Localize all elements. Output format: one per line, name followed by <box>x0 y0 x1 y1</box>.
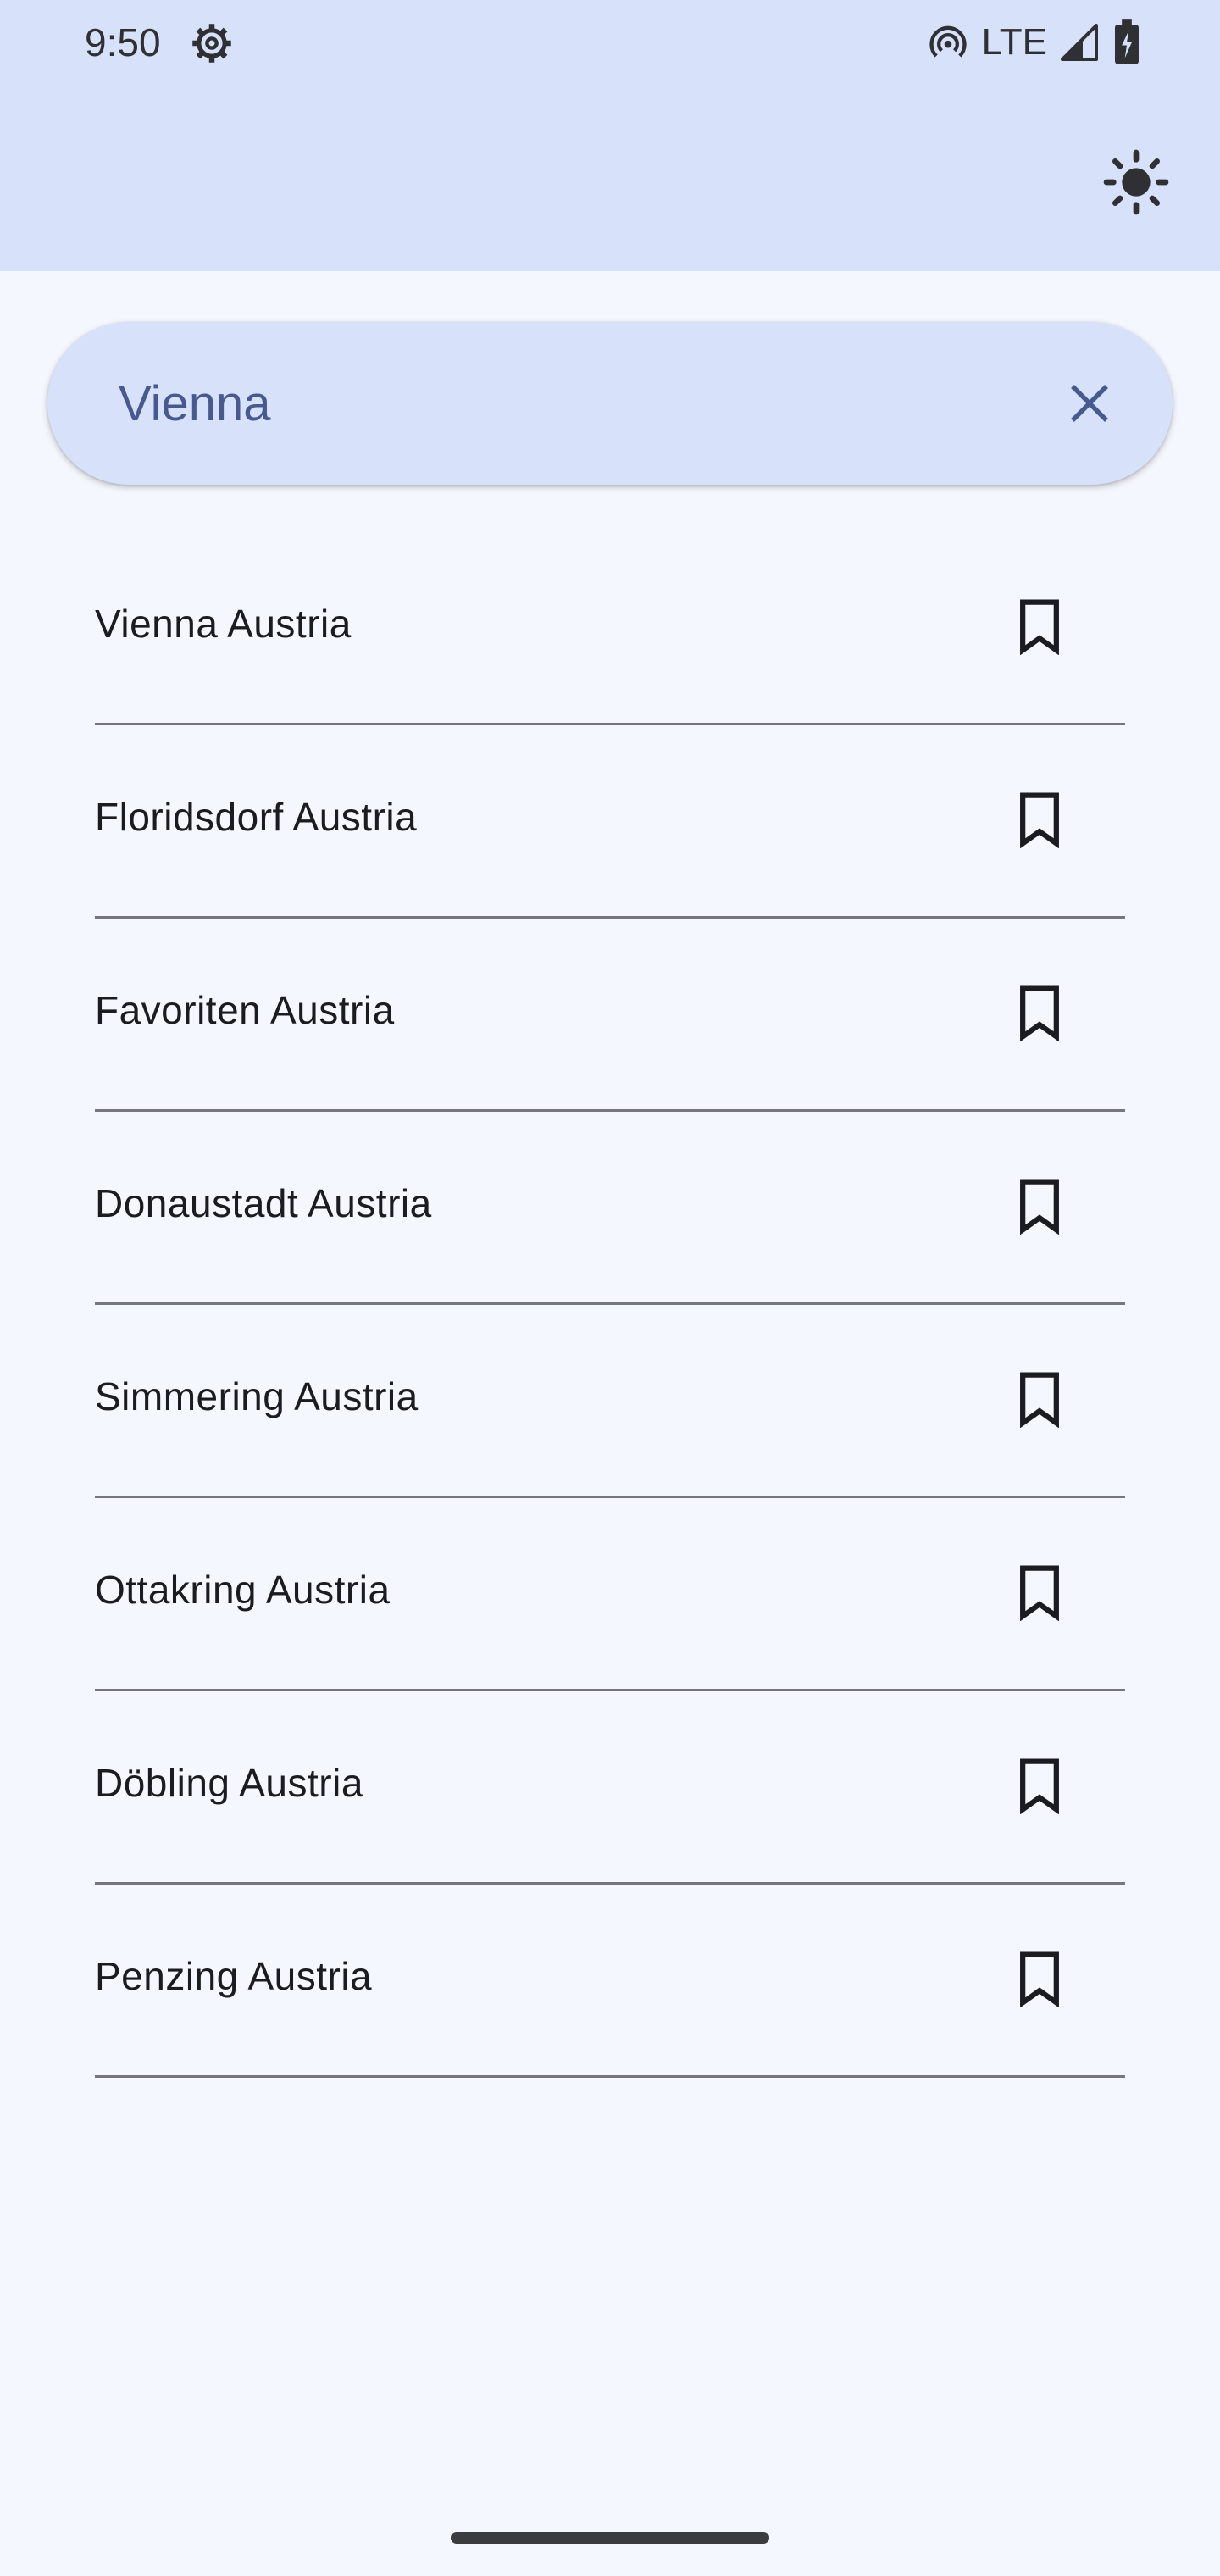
bookmark-button[interactable] <box>1001 1168 1078 1244</box>
bookmark-icon <box>1020 599 1059 655</box>
list-item[interactable]: Döbling Austria <box>95 1691 1125 1885</box>
list-item[interactable]: Penzing Austria <box>95 1885 1125 2078</box>
bookmark-icon <box>1020 985 1059 1041</box>
status-icons: LTE <box>926 17 1142 68</box>
list-item-label: Favoriten Austria <box>95 988 395 1032</box>
home-gesture-bar[interactable] <box>451 2532 769 2544</box>
theme-toggle-button[interactable] <box>1098 144 1174 220</box>
list-item-label: Vienna Austria <box>95 602 352 646</box>
app-screen: 9:50 LTE Vienna Vienna Austria Floridsdo… <box>0 0 1220 2576</box>
hotspot-icon <box>929 25 967 58</box>
bookmark-icon <box>1020 1372 1059 1428</box>
bookmark-icon <box>1020 1951 1059 2007</box>
bookmark-button[interactable] <box>1001 1747 1078 1824</box>
bookmark-icon <box>1020 1758 1059 1814</box>
top-app-bar: 9:50 LTE <box>0 0 1220 271</box>
battery-icon <box>1115 19 1139 64</box>
bookmark-icon <box>1020 792 1059 848</box>
search-results-list: Vienna Austria Floridsdorf Austria Favor… <box>95 532 1125 2078</box>
list-item-label: Simmering Austria <box>95 1374 419 1418</box>
search-bar <box>47 322 1173 485</box>
bookmark-icon <box>1020 1179 1059 1235</box>
settings-gear-icon <box>192 24 231 63</box>
bookmark-button[interactable] <box>1001 781 1078 858</box>
clear-search-button[interactable] <box>1047 361 1132 446</box>
list-item-label: Penzing Austria <box>95 1954 373 1998</box>
search-input[interactable] <box>119 363 1008 444</box>
list-item-label: Ottakring Austria <box>95 1568 391 1612</box>
list-item-label: Döbling Austria <box>95 1761 363 1805</box>
bookmark-icon <box>1020 1565 1059 1621</box>
signal-icon <box>1061 24 1098 61</box>
bookmark-button[interactable] <box>1001 974 1078 1051</box>
list-item[interactable]: Vienna Austria <box>95 532 1125 725</box>
list-item[interactable]: Floridsdorf Austria <box>95 725 1125 919</box>
status-bar: 9:50 LTE <box>0 0 1220 85</box>
list-item[interactable]: Donaustadt Austria <box>95 1112 1125 1305</box>
bookmark-button[interactable] <box>1001 1940 1078 2017</box>
status-time: 9:50 <box>85 20 161 64</box>
list-item-label: Donaustadt Austria <box>95 1181 432 1225</box>
bookmark-button[interactable] <box>1001 1361 1078 1437</box>
list-item-label: Floridsdorf Austria <box>95 795 418 839</box>
bookmark-button[interactable] <box>1001 588 1078 664</box>
bookmark-button[interactable] <box>1001 1554 1078 1630</box>
list-item[interactable]: Favoriten Austria <box>95 919 1125 1112</box>
list-item[interactable]: Ottakring Austria <box>95 1498 1125 1691</box>
list-item[interactable]: Simmering Austria <box>95 1305 1125 1498</box>
network-type: LTE <box>981 21 1047 63</box>
close-icon <box>1071 385 1108 422</box>
sun-icon <box>1103 149 1169 215</box>
